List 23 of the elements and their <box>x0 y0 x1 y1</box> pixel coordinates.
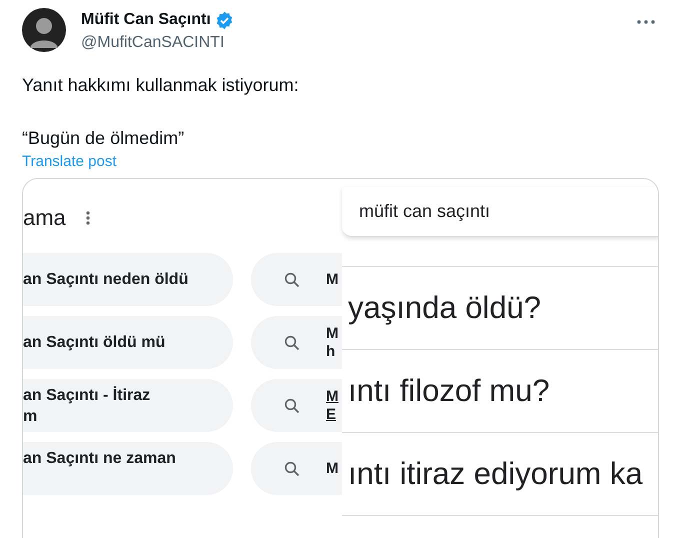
suggestion-chip[interactable]: an Saçıntı - İtiraz m <box>23 379 233 432</box>
search-field[interactable]: müfit can saçıntı <box>342 187 658 237</box>
post-text: “Bugün de ölmedim” <box>22 127 186 149</box>
avatar[interactable] <box>22 8 66 52</box>
question-text[interactable]: ıntı itiraz ediyorum ka <box>348 450 643 498</box>
author-name[interactable]: Müfit Can Saçıntı <box>81 10 211 30</box>
search-icon <box>284 398 300 414</box>
results-heading: ama <box>23 205 66 231</box>
suggestion-chip[interactable]: an Saçıntı ne zaman <box>23 442 233 495</box>
search-icon <box>284 272 300 288</box>
question-text[interactable]: ıntı filozof mu? <box>348 368 550 414</box>
search-suggestion-chip[interactable]: M E <box>251 379 342 432</box>
search-suggestion-chip[interactable]: M <box>251 253 342 306</box>
question-text[interactable]: yaşında öldü? <box>348 284 542 332</box>
search-suggestion-chip[interactable]: M <box>251 442 342 495</box>
search-icon <box>284 460 300 476</box>
suggestion-chip[interactable]: an Saçıntı neden öldü <box>23 253 233 306</box>
post-text: Yanıt hakkımı kullanmak istiyorum: <box>22 74 300 96</box>
search-icon <box>284 334 300 350</box>
kebab-menu-icon[interactable] <box>86 211 90 225</box>
search-suggestion-chip[interactable]: M h <box>251 316 342 369</box>
author-handle[interactable]: @MufitCanSACINTI <box>81 33 234 53</box>
suggestion-chip[interactable]: an Saçıntı öldü mü <box>23 316 233 369</box>
